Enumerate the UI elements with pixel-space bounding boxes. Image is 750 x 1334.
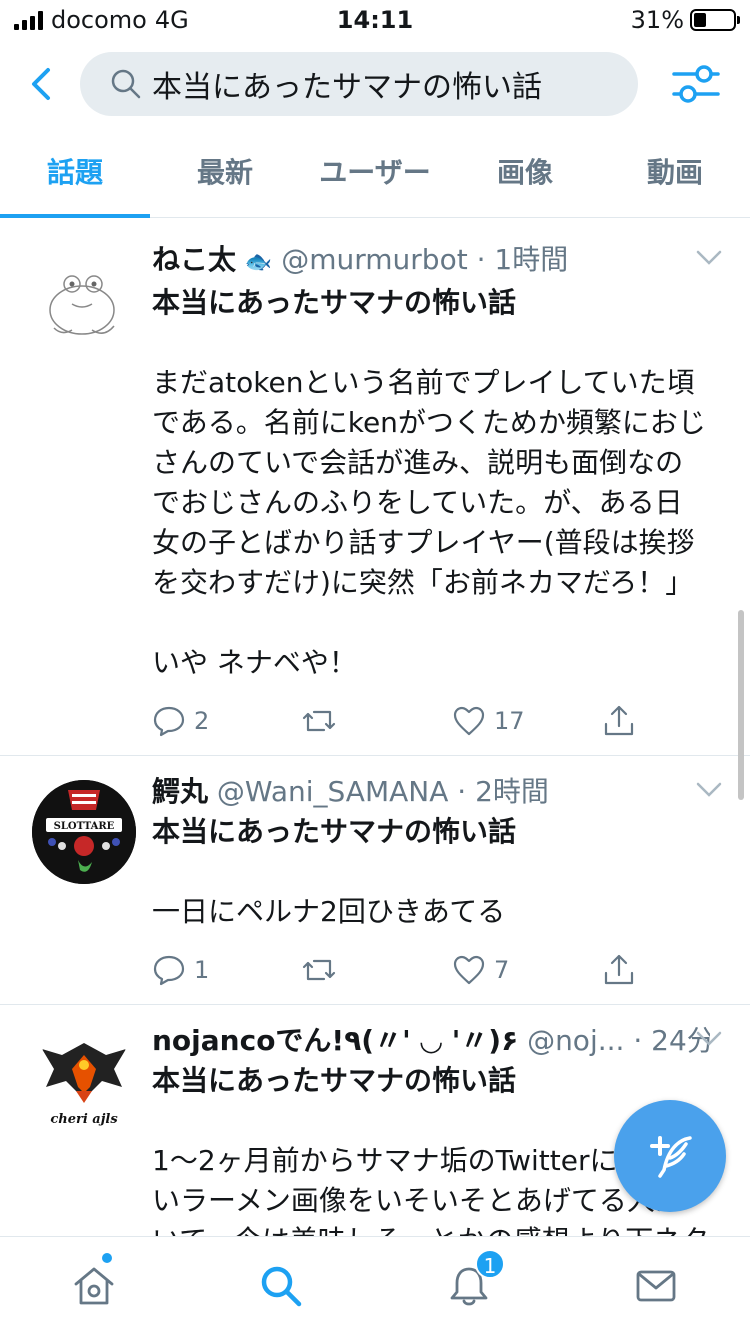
tweet-body: まだatokenという名前でプレイしていた頃である。名前にkenがつくためか頻繁… xyxy=(152,366,706,679)
tweet[interactable]: ねこ太 🐟 @murmurbot · 1時間 本当にあったサマナの怖い話 まだa… xyxy=(0,224,750,756)
battery-percent: 31% xyxy=(630,6,684,34)
nav-home[interactable] xyxy=(0,1237,188,1334)
retweet-button[interactable] xyxy=(302,704,452,738)
nav-search[interactable] xyxy=(188,1237,376,1334)
heart-icon xyxy=(453,955,485,985)
battery-icon xyxy=(690,9,740,31)
retweet-button[interactable] xyxy=(302,953,452,987)
like-count: 17 xyxy=(494,707,525,735)
like-button[interactable]: 17 xyxy=(452,704,602,738)
avatar-logo-text: cheri ajls xyxy=(50,1112,118,1127)
scrollbar-thumb[interactable] xyxy=(738,610,744,800)
reply-icon xyxy=(153,706,185,737)
tab-top[interactable]: 話題 xyxy=(0,130,150,218)
filter-settings-icon[interactable] xyxy=(672,62,720,106)
username[interactable]: @Wani_SAMANA xyxy=(217,775,448,808)
phoenix-logo-icon: cheri ajls xyxy=(42,1043,126,1127)
status-right: 31% xyxy=(630,6,740,34)
tweet-header: nojancoでん!٩(〃' ◡ '〃)۶ @noj... · 24分 xyxy=(152,1023,710,1059)
slottare-logo-icon: SLOTTARE xyxy=(32,780,136,884)
retweet-icon xyxy=(302,710,336,732)
tweet-header: 鰐丸 @Wani_SAMANA · 2時間 xyxy=(152,774,710,810)
share-icon xyxy=(604,705,634,736)
mail-icon xyxy=(636,1270,676,1301)
back-arrow-icon[interactable] xyxy=(22,64,62,104)
tweet-title: 本当にあったサマナの怖い話 xyxy=(152,1064,517,1097)
chevron-down-icon[interactable] xyxy=(696,250,722,266)
tweet-time: · 2時間 xyxy=(457,775,549,808)
search-input[interactable]: 本当にあったサマナの怖い話 xyxy=(80,52,638,116)
reply-count: 2 xyxy=(194,707,210,735)
nav-notifications[interactable]: 1 xyxy=(375,1237,563,1334)
search-icon xyxy=(111,69,141,99)
heart-icon xyxy=(453,706,485,736)
avatar[interactable] xyxy=(32,248,136,352)
avatar-logo-text: SLOTTARE xyxy=(54,821,115,832)
tab-latest[interactable]: 最新 xyxy=(150,130,300,217)
like-button[interactable]: 7 xyxy=(452,953,602,987)
tweet-feed: ねこ太 🐟 @murmurbot · 1時間 本当にあったサマナの怖い話 まだa… xyxy=(0,224,750,1236)
tweet-body: 一日にペルナ2回ひきあてる xyxy=(152,895,506,928)
username[interactable]: @murmurbot xyxy=(281,243,467,276)
search-icon xyxy=(262,1266,302,1306)
reply-icon xyxy=(153,955,185,986)
frog-sketch-icon xyxy=(49,275,115,335)
display-name[interactable]: ねこ太 xyxy=(152,243,236,276)
tweet-actions: 2 17 xyxy=(152,701,710,741)
share-button[interactable] xyxy=(602,953,636,987)
chevron-down-icon[interactable] xyxy=(696,782,722,798)
tweet-time: · 1時間 xyxy=(476,243,569,276)
compose-tweet-button[interactable] xyxy=(614,1100,726,1212)
display-name[interactable]: 鰐丸 xyxy=(152,775,208,808)
nav-messages[interactable] xyxy=(563,1237,750,1334)
reply-count: 1 xyxy=(194,956,210,984)
avatar[interactable]: SLOTTARE xyxy=(32,780,136,884)
chevron-down-icon[interactable] xyxy=(696,1031,722,1047)
reply-button[interactable]: 2 xyxy=(152,704,302,738)
tab-images[interactable]: 画像 xyxy=(450,130,600,217)
like-count: 7 xyxy=(494,956,510,984)
name-emoji: 🐟 xyxy=(244,250,273,275)
search-query: 本当にあったサマナの怖い話 xyxy=(152,70,542,105)
username[interactable]: @noj... xyxy=(527,1024,624,1057)
tab-users[interactable]: ユーザー xyxy=(300,130,450,217)
tweet-title: 本当にあったサマナの怖い話 xyxy=(152,815,517,848)
share-button[interactable] xyxy=(602,704,636,738)
display-name[interactable]: nojancoでん!٩(〃' ◡ '〃)۶ xyxy=(152,1024,518,1057)
search-tabs: 話題 最新 ユーザー 画像 動画 xyxy=(0,130,750,218)
tab-videos[interactable]: 動画 xyxy=(600,130,750,217)
tweet-header: ねこ太 🐟 @murmurbot · 1時間 xyxy=(152,242,710,281)
home-icon xyxy=(74,1267,114,1304)
avatar[interactable]: cheri ajls xyxy=(32,1029,136,1133)
tweet-title: 本当にあったサマナの怖い話 xyxy=(152,286,517,319)
bottom-navigation: 1 xyxy=(0,1236,750,1334)
quill-plus-icon xyxy=(650,1136,692,1178)
tweet[interactable]: SLOTTARE 鰐丸 @Wani_SAMANA · 2時間 本当にあったサマナ… xyxy=(0,756,750,1005)
notification-badge: 1 xyxy=(475,1249,505,1279)
reply-button[interactable]: 1 xyxy=(152,953,302,987)
battery-level xyxy=(694,13,706,27)
status-bar: docomo 4G 14:11 31% xyxy=(0,0,750,40)
share-icon xyxy=(604,954,634,985)
search-header: 本当にあったサマナの怖い話 xyxy=(0,50,750,120)
retweet-icon xyxy=(302,959,336,981)
tweet-actions: 1 7 xyxy=(152,950,710,990)
new-content-dot xyxy=(102,1253,112,1263)
